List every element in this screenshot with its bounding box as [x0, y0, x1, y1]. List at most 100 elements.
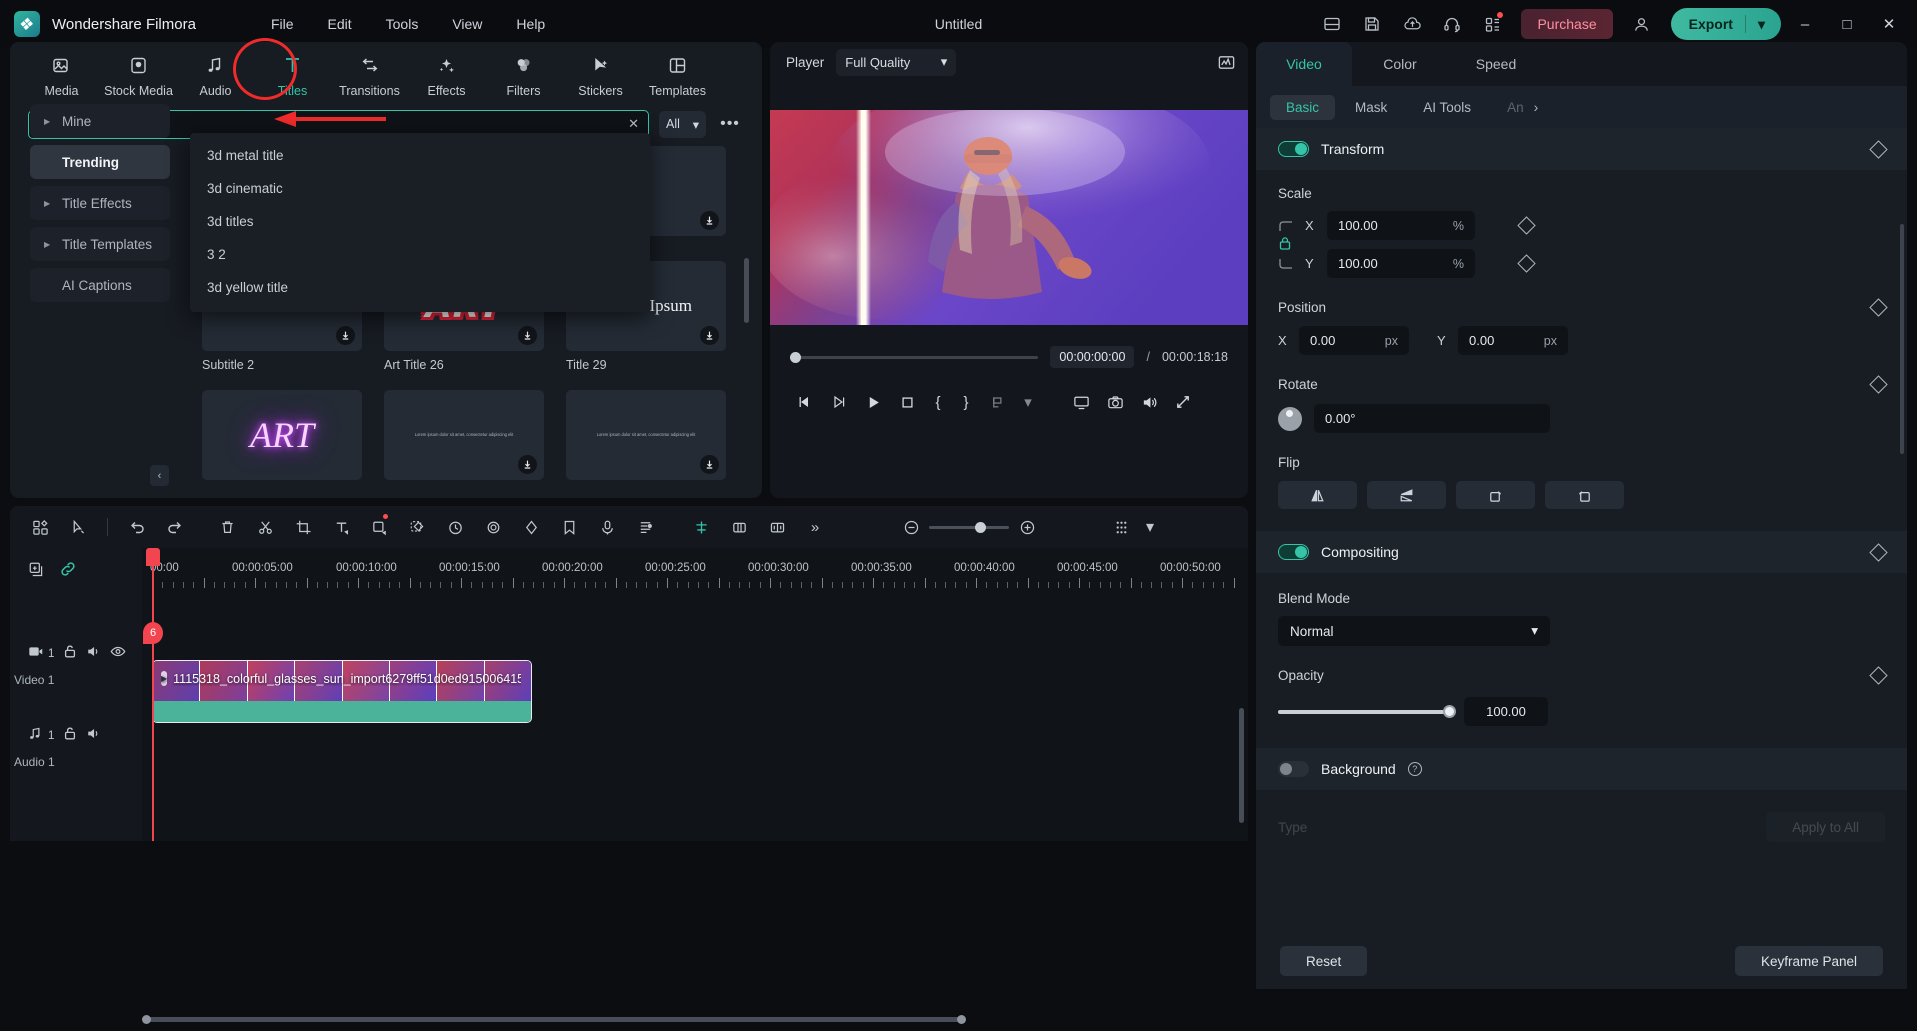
download-icon[interactable]	[518, 326, 537, 345]
minimize-button[interactable]: –	[1787, 7, 1823, 41]
filter-dropdown[interactable]: All ▾	[659, 110, 706, 138]
green-screen-icon[interactable]	[399, 512, 435, 542]
background-toggle[interactable]	[1278, 761, 1309, 777]
crop-icon[interactable]	[285, 512, 321, 542]
properties-scrollbar[interactable]	[1900, 224, 1904, 454]
undo-icon[interactable]	[119, 512, 155, 542]
opacity-slider-handle[interactable]	[1443, 704, 1456, 718]
mark-in-button[interactable]: {	[924, 387, 952, 417]
rotate-dial[interactable]	[1278, 406, 1302, 431]
flip-vertical-icon[interactable]	[1367, 481, 1446, 509]
title-thumbnail[interactable]: Lorem ipsum dolor sit amet, consectetur …	[384, 390, 544, 480]
step-button[interactable]	[822, 387, 856, 417]
sidebar-item-trending[interactable]: Trending	[30, 145, 170, 179]
title-card[interactable]: ART	[202, 390, 362, 480]
unlock-icon[interactable]	[63, 644, 77, 664]
rotate-keyframe-icon[interactable]	[1869, 375, 1888, 394]
auto-reframe-icon[interactable]	[721, 512, 757, 542]
position-keyframe-icon[interactable]	[1869, 298, 1888, 317]
category-titles[interactable]: Titles	[257, 48, 328, 98]
timeline-vertical-scrollbar[interactable]	[1239, 708, 1244, 823]
position-x-input[interactable]: 0.00 px	[1299, 326, 1409, 355]
rotate-input[interactable]: 0.00°	[1314, 404, 1550, 433]
title-thumbnail[interactable]: ART	[202, 390, 362, 480]
unlock-icon[interactable]	[63, 726, 77, 746]
lock-aspect-icon[interactable]	[1278, 236, 1292, 251]
subtab-basic[interactable]: Basic	[1270, 94, 1336, 120]
collapse-sidebar-button[interactable]: ‹	[150, 465, 169, 486]
zoom-slider-handle[interactable]	[975, 521, 986, 533]
mark-icon[interactable]	[551, 512, 587, 542]
download-icon[interactable]	[518, 455, 537, 474]
blend-mode-dropdown[interactable]: Normal ▾	[1278, 616, 1550, 646]
select-cursor-icon[interactable]	[60, 512, 96, 542]
layout-icon[interactable]	[1315, 7, 1349, 41]
split-screen-icon[interactable]	[759, 512, 795, 542]
suggestion-item[interactable]: 3d yellow title	[190, 271, 650, 304]
subtab-animation[interactable]: An	[1491, 95, 1528, 120]
headset-support-icon[interactable]	[1435, 7, 1469, 41]
save-icon[interactable]	[1355, 7, 1389, 41]
seek-slider[interactable]	[790, 351, 1039, 363]
tab-speed[interactable]: Speed	[1448, 42, 1544, 86]
category-effects[interactable]: Effects	[411, 48, 482, 98]
play-button[interactable]	[856, 387, 890, 417]
reset-button[interactable]: Reset	[1280, 946, 1368, 976]
timeline-horizontal-scrollbar[interactable]	[142, 1015, 966, 1024]
subtab-ai-tools[interactable]: AI Tools	[1407, 95, 1487, 120]
mic-record-icon[interactable]	[589, 512, 625, 542]
waveform-scope-icon[interactable]	[1217, 53, 1236, 72]
rotate-left-icon[interactable]	[1545, 481, 1624, 509]
speaker-icon[interactable]	[1132, 387, 1166, 417]
view-options-icon[interactable]	[1103, 512, 1139, 542]
view-options-caret[interactable]: ▾	[1141, 512, 1159, 542]
category-filters[interactable]: Filters	[488, 48, 559, 98]
tab-color[interactable]: Color	[1352, 42, 1448, 86]
subtabs-next-icon[interactable]: ›	[1534, 99, 1539, 115]
sidebar-item-title-effects[interactable]: ▶ Title Effects	[30, 186, 170, 220]
category-templates[interactable]: Templates	[642, 48, 713, 98]
sidebar-item-title-templates[interactable]: ▶ Title Templates	[30, 227, 170, 261]
keyframe-panel-button[interactable]: Keyframe Panel	[1734, 946, 1883, 976]
title-card[interactable]: Lorem ipsum dolor sit amet, consectetur …	[566, 390, 726, 480]
sidebar-item-mine[interactable]: ▶ Mine	[30, 104, 170, 138]
category-media[interactable]: Media	[26, 48, 97, 98]
delete-icon[interactable]	[209, 512, 245, 542]
close-button[interactable]: ✕	[1871, 7, 1907, 41]
audio-detach-icon[interactable]	[475, 512, 511, 542]
export-button[interactable]: Export ▾	[1670, 8, 1781, 40]
help-icon[interactable]: ?	[1407, 762, 1422, 776]
video-preview-stage[interactable]	[770, 110, 1248, 325]
current-time-display[interactable]: 00:00:00:00	[1050, 346, 1135, 368]
user-account-icon[interactable]	[1625, 7, 1659, 41]
apply-to-all-button[interactable]: Apply to All	[1766, 812, 1885, 842]
compositing-keyframe-icon[interactable]	[1869, 542, 1888, 562]
text-tool-icon[interactable]	[323, 512, 359, 542]
menu-edit[interactable]: Edit	[311, 10, 369, 38]
transform-keyframe-icon[interactable]	[1869, 139, 1888, 159]
eye-icon[interactable]	[110, 644, 126, 664]
camera-icon[interactable]	[1098, 387, 1132, 417]
timeline-ruler[interactable]: 00:00 00:00:05:00 00:00:10:00 00:00:15:0…	[142, 548, 1248, 588]
audio-mixer-icon[interactable]	[627, 512, 663, 542]
sidebar-item-ai-captions[interactable]: AI Captions	[30, 268, 170, 302]
hscroll-left-handle[interactable]	[142, 1015, 151, 1024]
maximize-button[interactable]: □	[1829, 7, 1865, 41]
hscroll-right-handle[interactable]	[957, 1015, 966, 1024]
more-tools-button[interactable]: »	[797, 512, 833, 542]
rotate-right-icon[interactable]	[1456, 481, 1535, 509]
subtab-mask[interactable]: Mask	[1339, 95, 1403, 120]
zoom-slider[interactable]	[929, 521, 1009, 533]
download-icon[interactable]	[700, 211, 719, 230]
menu-file[interactable]: File	[254, 10, 311, 38]
menu-help[interactable]: Help	[499, 10, 562, 38]
quality-dropdown[interactable]: Full Quality ▾	[836, 48, 957, 76]
library-scrollbar[interactable]	[744, 258, 749, 323]
scale-y-input[interactable]: 100.00 %	[1327, 249, 1475, 278]
suggestion-item[interactable]: 3d metal title	[190, 139, 650, 172]
opacity-slider[interactable]	[1278, 704, 1456, 718]
opacity-input[interactable]: 100.00	[1464, 697, 1548, 726]
category-stickers[interactable]: Stickers	[565, 48, 636, 98]
transform-toggle[interactable]	[1278, 141, 1309, 157]
redo-icon[interactable]	[157, 512, 193, 542]
